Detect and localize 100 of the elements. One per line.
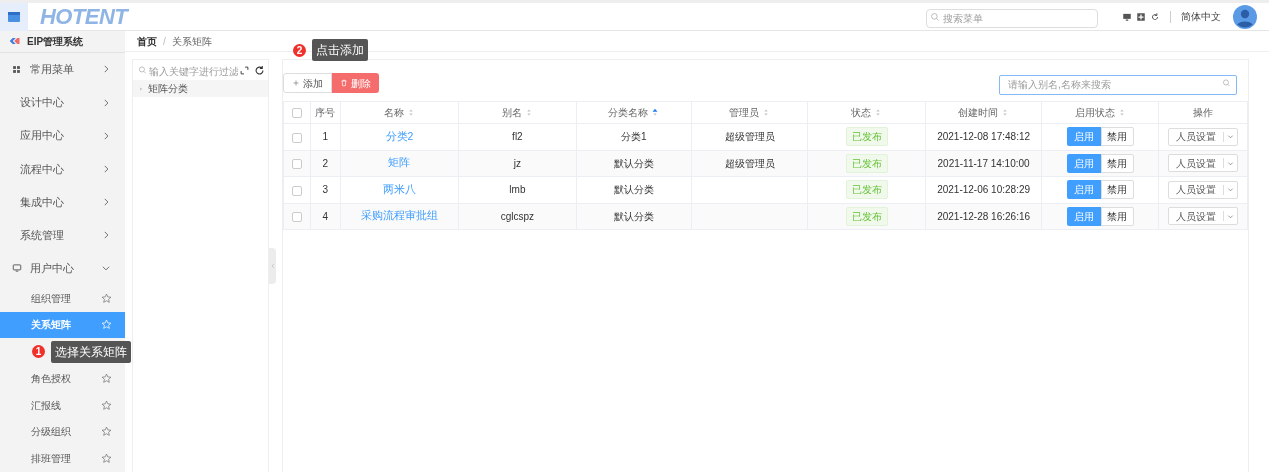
disable-button[interactable]: 禁用 xyxy=(1100,127,1134,147)
sidebar-item[interactable]: 系统管理 xyxy=(0,218,125,252)
sidebar-item[interactable]: 用户中心 xyxy=(0,251,125,285)
chevron-right-icon xyxy=(101,64,111,75)
search-field[interactable]: 请输入别名,名称来搜索 xyxy=(999,74,1237,95)
breadcrumb-item: 关系矩阵 xyxy=(171,34,212,49)
table-cell: 2021-11-17 14:10:00 xyxy=(937,157,1030,169)
column-header: 序号 xyxy=(315,106,336,120)
column-header[interactable]: 名称 xyxy=(383,105,404,120)
step-badge: 2 xyxy=(293,43,306,57)
checkbox[interactable] xyxy=(291,212,302,223)
action-dropdown[interactable]: 人员设置 xyxy=(1168,154,1238,173)
tree-node[interactable]: 矩阵分类 xyxy=(133,80,268,97)
chevron-down-icon xyxy=(1227,159,1234,167)
sidebar-item[interactable]: 设计中心 xyxy=(0,85,125,120)
checkbox[interactable] xyxy=(291,132,302,143)
submenu-item[interactable]: 角色授权 xyxy=(0,365,125,392)
table-cell: 2021-12-08 17:48:12 xyxy=(937,131,1031,143)
sidebar-item[interactable]: 常用菜单 xyxy=(0,52,125,86)
logo: HOTENT xyxy=(40,3,128,31)
disable-button[interactable]: 禁用 xyxy=(1100,206,1134,226)
search-icon xyxy=(1222,78,1231,88)
monitor-icon xyxy=(1122,11,1132,22)
row-index: 2 xyxy=(322,157,329,169)
hint-tooltip: 点击添加 xyxy=(312,39,368,61)
search-icon xyxy=(930,11,940,22)
breadcrumb-item[interactable]: 首页 xyxy=(137,33,157,49)
table-cell: 2021-12-06 10:28:29 xyxy=(937,184,1031,196)
star-icon xyxy=(101,399,112,411)
collapse-handle[interactable] xyxy=(269,247,276,284)
grid-icon xyxy=(12,64,21,74)
avatar-icon xyxy=(1233,4,1257,29)
chevron-down-icon xyxy=(1227,212,1234,220)
table-cell: 默认分类 xyxy=(613,157,654,169)
row-index: 1 xyxy=(322,131,329,143)
table-cell: fl2 xyxy=(512,131,523,143)
chevron-down-icon xyxy=(1227,186,1234,194)
table-cell: 超级管理员 xyxy=(724,157,775,169)
search-icon xyxy=(138,65,147,75)
caret-icon xyxy=(138,85,144,92)
hint-tooltip: 选择关系矩阵 xyxy=(51,340,131,363)
plus-icon xyxy=(292,79,300,87)
table-cell: 2021-12-28 16:26:16 xyxy=(937,210,1031,222)
table-cell: lmb xyxy=(509,184,526,196)
table-cell: 超级管理员 xyxy=(724,131,775,143)
action-dropdown[interactable]: 人员设置 xyxy=(1168,207,1238,226)
column-header: 操作 xyxy=(1193,106,1213,120)
breadcrumb-separator: / xyxy=(163,34,166,49)
status-tag: 已发布 xyxy=(845,206,888,226)
disable-button[interactable]: 禁用 xyxy=(1100,153,1134,173)
table-cell: cglcspz xyxy=(500,210,535,222)
table-cell: 分类1 xyxy=(621,131,647,143)
monitor-icon xyxy=(12,263,22,274)
chevron-right-icon xyxy=(101,130,111,141)
status-tag: 已发布 xyxy=(845,153,888,173)
table-cell: 默认分类 xyxy=(613,210,654,222)
status-tag: 已发布 xyxy=(845,180,888,200)
submenu-item[interactable]: 分级组织 xyxy=(0,418,125,446)
fullscreen-icon xyxy=(1136,11,1146,22)
star-icon xyxy=(101,292,112,304)
menu-search-field[interactable]: 搜索菜单 xyxy=(926,8,1098,28)
sidebar-item[interactable]: 流程中心 xyxy=(0,152,125,186)
chevron-right-icon xyxy=(101,97,111,108)
chevron-right-icon xyxy=(101,163,111,174)
submenu-item[interactable]: 排班管理 xyxy=(0,445,125,472)
star-icon xyxy=(101,453,112,465)
add-button[interactable]: 添加 xyxy=(283,73,332,93)
chevron-left-icon xyxy=(269,261,276,270)
sidebar-item[interactable]: 集成中心 xyxy=(0,185,125,219)
row-index: 4 xyxy=(322,210,329,222)
star-icon xyxy=(101,372,112,384)
language-label: 简体中文 xyxy=(1181,10,1221,24)
column-header[interactable]: 别名 xyxy=(501,105,522,120)
status-tag: 已发布 xyxy=(845,127,888,147)
table-cell: 默认分类 xyxy=(613,184,654,196)
table-cell: jz xyxy=(513,157,521,169)
chevron-down-icon xyxy=(1227,133,1234,141)
trash-icon xyxy=(340,79,348,87)
checkbox[interactable] xyxy=(291,159,302,170)
sidebar-item[interactable]: 应用中心 xyxy=(0,119,125,153)
expand-icon xyxy=(240,65,249,75)
submenu-item[interactable]: 汇报线 xyxy=(0,391,125,419)
checkbox[interactable] xyxy=(291,108,302,119)
submenu-item[interactable]: 组织管理 xyxy=(0,284,125,312)
action-dropdown[interactable]: 人员设置 xyxy=(1168,127,1238,146)
checkbox[interactable] xyxy=(291,185,302,196)
star-icon xyxy=(101,426,112,438)
refresh-icon xyxy=(1150,11,1160,22)
star-icon xyxy=(101,319,112,331)
chevron-right-icon xyxy=(101,230,111,241)
action-dropdown[interactable]: 人员设置 xyxy=(1168,180,1238,199)
step-badge: 1 xyxy=(32,345,45,359)
column-header[interactable]: 状态 xyxy=(851,105,872,120)
chevron-right-icon xyxy=(101,197,111,207)
refresh-icon xyxy=(254,64,265,76)
tree-filter-field[interactable]: 输入关键字进行过滤 xyxy=(136,62,238,81)
disable-button[interactable]: 禁用 xyxy=(1100,180,1134,200)
brand-name: EIP管理系统 xyxy=(27,34,84,49)
row-index: 3 xyxy=(322,184,329,196)
column-header[interactable]: 管理员 xyxy=(729,105,760,120)
